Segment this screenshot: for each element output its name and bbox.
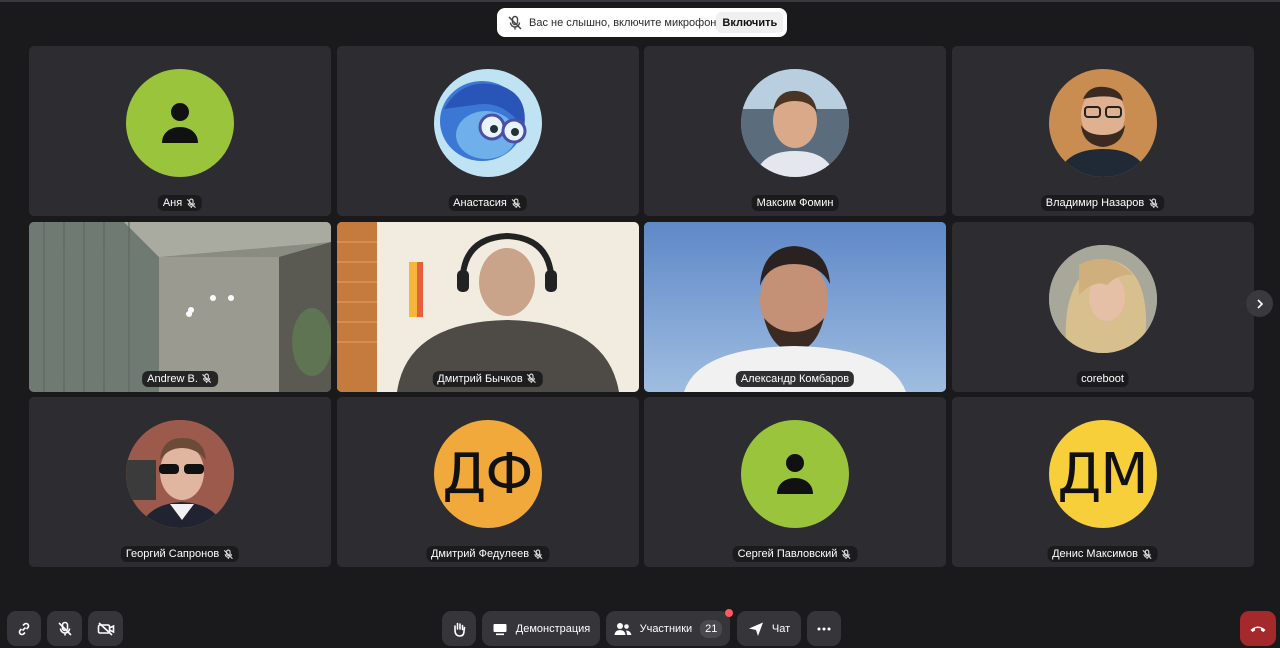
screen-share-icon <box>493 623 507 635</box>
avatar <box>741 420 849 528</box>
microphone-toggle-button[interactable] <box>47 611 82 646</box>
hand-icon <box>454 622 466 637</box>
participant-name: Аня <box>162 197 183 209</box>
participant-tile[interactable]: Дмитрий Бычков <box>336 221 639 392</box>
camera-toggle-button[interactable] <box>88 611 123 646</box>
avatar-photo <box>439 81 526 161</box>
user-icon <box>162 103 198 143</box>
avatar <box>433 69 542 177</box>
copy-link-button[interactable] <box>7 611 41 646</box>
participant-tile[interactable]: ДМ Денис Максимов <box>951 397 1254 567</box>
participant-tile[interactable]: Анастасия <box>336 46 639 216</box>
participant-name: Дмитрий Федулеев <box>430 548 530 560</box>
participant-name: Анастасия <box>453 197 507 209</box>
participant-tile[interactable]: Сергей Павловский <box>644 397 946 567</box>
participant-tile[interactable]: Георгий Сапронов <box>29 397 331 567</box>
participant-name-tag: Владимир Назаров <box>1040 195 1165 211</box>
screen-share-label: Демонстрация <box>515 622 591 635</box>
end-call-button[interactable] <box>1240 611 1276 646</box>
participants-grid: Аня Анастасия Максим Фомин Владимир Наза… <box>29 46 1254 567</box>
mic-muted-notification: Вас не слышно, включите микрофон Включит… <box>497 8 787 37</box>
video-feed <box>644 221 946 392</box>
raise-hand-button[interactable] <box>442 611 476 646</box>
next-page-button[interactable] <box>1246 290 1273 317</box>
mic-off-icon <box>201 373 213 385</box>
avatar-initials: ДФ <box>442 441 534 507</box>
participant-name-tag: Аня <box>157 195 203 211</box>
mic-off-icon <box>526 373 538 385</box>
chat-button[interactable]: Чат <box>737 611 801 646</box>
avatar-photo <box>1048 244 1157 353</box>
mic-off-icon <box>532 548 544 560</box>
screen-share-button[interactable]: Демонстрация <box>482 611 600 646</box>
mic-off-icon <box>510 197 522 209</box>
mic-off-icon <box>57 621 72 636</box>
avatar: ДМ <box>1048 420 1157 528</box>
participant-name: Andrew B. <box>147 372 198 385</box>
participants-count-badge: 21 <box>700 619 723 638</box>
avatar <box>126 420 234 528</box>
avatar <box>1048 69 1157 177</box>
avatar <box>126 69 234 177</box>
video-feed <box>29 221 331 392</box>
mic-off-icon <box>185 197 197 209</box>
phone-hangup-icon <box>1250 626 1266 632</box>
participant-name-tag: Максим Фомин <box>751 195 839 211</box>
participant-tile[interactable]: ДФ Дмитрий Федулеев <box>336 397 639 567</box>
notification-dot <box>725 609 733 617</box>
chevron-right-icon <box>1256 298 1263 309</box>
participant-name: Дмитрий Бычков <box>437 372 523 385</box>
chat-label: Чат <box>771 622 791 635</box>
mic-off-icon <box>840 548 852 560</box>
avatar: ДФ <box>433 420 542 528</box>
avatar-photo <box>1056 86 1149 177</box>
participants-label: Участники <box>639 622 693 635</box>
participant-name-tag: Сергей Павловский <box>732 546 858 562</box>
avatar <box>1048 244 1157 353</box>
participant-tile-speaking[interactable]: Александр Комбаров <box>644 221 946 392</box>
participant-name: Сергей Павловский <box>737 548 838 560</box>
participant-name: coreboot <box>1081 372 1124 385</box>
camera-off-icon <box>97 621 114 636</box>
more-options-button[interactable] <box>807 611 841 646</box>
mic-off-icon <box>222 548 234 560</box>
people-icon <box>614 622 632 635</box>
participant-name-tag: Александр Комбаров <box>735 370 855 387</box>
enable-mic-button[interactable]: Включить <box>716 12 784 33</box>
mic-off-icon <box>507 14 523 32</box>
participant-name: Денис Максимов <box>1052 548 1138 560</box>
avatar-initials: ДМ <box>1057 441 1148 507</box>
mic-off-icon <box>1147 197 1159 209</box>
participant-name-tag: coreboot <box>1076 370 1129 387</box>
avatar-photo <box>126 420 234 528</box>
participant-name-tag: Анастасия <box>448 195 527 211</box>
participant-tile[interactable]: Максим Фомин <box>644 46 946 216</box>
participant-name: Владимир Назаров <box>1045 197 1145 209</box>
link-icon <box>18 622 30 635</box>
send-icon <box>748 622 763 636</box>
participant-name-tag: Дмитрий Федулеев <box>425 546 550 562</box>
participant-tile[interactable]: Владимир Назаров <box>951 46 1254 216</box>
participant-tile[interactable]: Аня <box>29 46 331 216</box>
user-icon <box>777 454 813 494</box>
video-feed <box>336 221 639 392</box>
participant-name-tag: Дмитрий Бычков <box>432 370 543 387</box>
participant-name-tag: Георгий Сапронов <box>120 546 240 562</box>
participant-tile[interactable]: Andrew B. <box>29 221 331 392</box>
notification-text: Вас не слышно, включите микрофон <box>529 16 717 29</box>
more-icon <box>817 627 831 630</box>
avatar-photo <box>741 69 849 177</box>
participant-name-tag: Andrew B. <box>142 370 218 387</box>
window-top-border <box>0 0 1280 2</box>
avatar <box>741 69 849 177</box>
participant-tile[interactable]: coreboot <box>951 221 1254 392</box>
participant-name: Максим Фомин <box>756 197 834 209</box>
participants-button[interactable]: Участники 21 <box>606 609 733 646</box>
participant-name: Александр Комбаров <box>740 372 850 385</box>
participant-name: Георгий Сапронов <box>125 548 220 560</box>
mic-off-icon <box>1141 548 1153 560</box>
participant-name-tag: Денис Максимов <box>1047 546 1158 562</box>
